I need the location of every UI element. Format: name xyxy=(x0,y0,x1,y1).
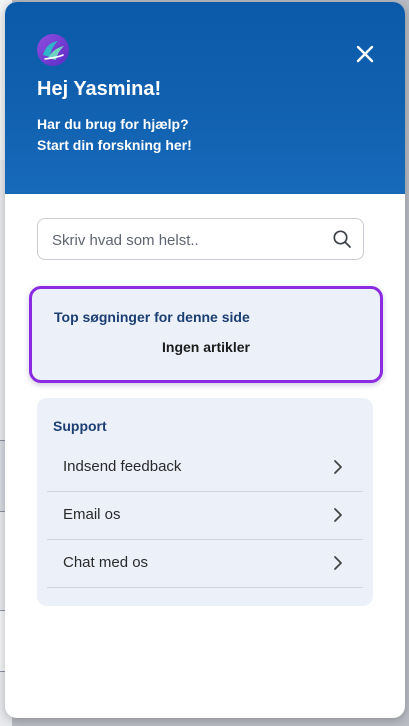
search-input[interactable] xyxy=(50,219,324,261)
send-feedback-item[interactable]: Indsend feedback xyxy=(47,444,363,492)
no-articles-text: Ingen artikler xyxy=(162,339,250,355)
support-item-label: Chat med os xyxy=(63,554,149,571)
greeting-title: Hej Yasmina! xyxy=(37,78,162,100)
email-us-item[interactable]: Email os xyxy=(47,492,363,540)
help-widget: Hej Yasmina! Har du brug for hjælp? Star… xyxy=(5,2,405,718)
search-box xyxy=(37,218,364,261)
chevron-right-icon xyxy=(334,508,342,522)
support-title: Support xyxy=(53,418,107,434)
research-prompt: Start din forskning her! xyxy=(37,137,192,153)
close-icon[interactable] xyxy=(353,42,377,66)
top-searches-title: Top søgninger for denne side xyxy=(54,309,250,325)
search-icon[interactable] xyxy=(332,229,352,249)
chat-with-us-item[interactable]: Chat med os xyxy=(47,540,363,588)
top-searches-card: Top søgninger for denne side Ingen artik… xyxy=(29,286,383,383)
support-item-label: Email os xyxy=(63,506,121,523)
support-card: Support Indsend feedback Email os Chat m… xyxy=(37,398,373,606)
brand-logo-icon xyxy=(37,34,69,66)
help-prompt: Har du brug for hjælp? xyxy=(37,116,189,132)
support-item-label: Indsend feedback xyxy=(63,458,182,475)
widget-header: Hej Yasmina! Har du brug for hjælp? Star… xyxy=(5,2,405,194)
chevron-right-icon xyxy=(334,460,342,474)
chevron-right-icon xyxy=(334,556,342,570)
